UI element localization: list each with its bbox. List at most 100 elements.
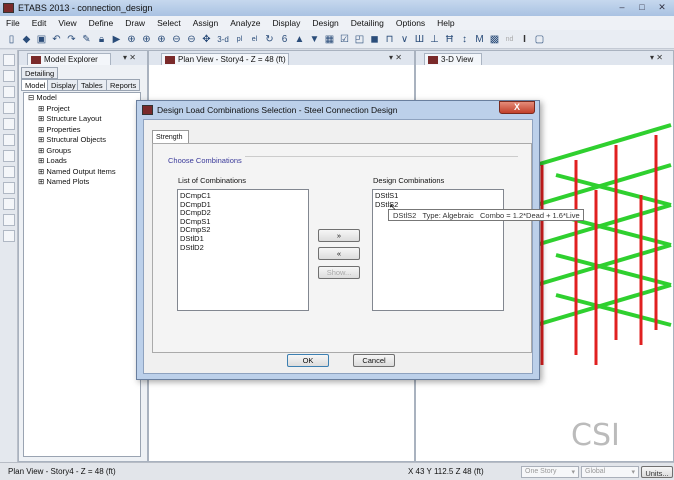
view-3d-button[interactable]: 3-d [216,34,230,45]
zoom-window-icon[interactable]: ⊕ [126,34,137,45]
tab-display[interactable]: Display [47,79,80,91]
tree-item[interactable]: ⊞ Loads [24,156,140,167]
draw-point-icon[interactable] [3,70,15,82]
draw-wall-icon[interactable] [3,150,15,162]
menu-design[interactable]: Design [306,16,344,30]
chevron-down-icon: ▾ [571,469,575,476]
pointer-tool-icon[interactable] [3,54,15,66]
pane-close-icon[interactable]: ▾ ✕ [123,53,136,62]
extrude-icon[interactable]: ◼ [369,34,380,45]
draw-slab-icon[interactable] [3,166,15,178]
set-display-icon[interactable]: ▦ [324,34,335,45]
slab-icon[interactable]: ⊥ [429,34,440,45]
coord-system-select[interactable]: Global ▾ [581,466,639,478]
wall-icon[interactable]: Ш [414,34,425,45]
undo-icon[interactable]: ↶ [51,34,62,45]
plan-view-tab[interactable]: Plan View - Story4 - Z = 48 (ft) [161,53,289,65]
select-all-icon[interactable] [3,214,15,226]
draw-brace-icon[interactable] [3,134,15,146]
brace-icon[interactable]: ∨ [399,34,410,45]
nd-button[interactable]: nd [504,34,515,45]
pane-close-icon[interactable]: ▾ ✕ [389,53,402,62]
menu-options[interactable]: Options [390,16,431,30]
close-button[interactable]: ✕ [654,2,670,13]
menu-analyze[interactable]: Analyze [224,16,266,30]
lock-icon[interactable]: 🔒︎ [96,34,107,45]
maximize-button[interactable]: □ [634,2,650,13]
ok-button[interactable]: OK [287,354,329,367]
section-button[interactable]: I [519,34,530,45]
minimize-button[interactable]: – [614,2,630,13]
menu-select[interactable]: Select [151,16,187,30]
tab-tables[interactable]: Tables [77,79,107,91]
object-shrink-icon[interactable]: ◰ [354,34,365,45]
group-label: Choose Combinations [168,156,245,165]
tree-item[interactable]: ⊞ Named Plots [24,177,140,188]
draw-opening-icon[interactable] [3,182,15,194]
draw-line-icon[interactable] [3,86,15,98]
3d-view-tab[interactable]: 3-D View [424,53,482,65]
zoom-in-icon[interactable]: ⊕ [156,34,167,45]
menu-draw[interactable]: Draw [119,16,151,30]
pan-icon[interactable]: ✥ [201,34,212,45]
tree-item[interactable]: ⊞ Structural Objects [24,135,140,146]
run-icon[interactable]: ▶ [111,34,122,45]
zoom-out-icon[interactable]: ⊖ [171,34,182,45]
model-explorer-tab[interactable]: Model Explorer [27,53,111,65]
add-button[interactable]: » [318,229,360,242]
rotate-icon[interactable]: ↻ [264,34,275,45]
tree-item[interactable]: ⊞ Project [24,104,140,115]
tab-strength[interactable]: Strength [152,130,189,144]
combinations-list[interactable]: DCmpC1 DCmpD1 DCmpD2 DCmpS1 DCmpS2 DStlD… [177,189,309,311]
beam-icon[interactable]: Ħ [444,34,455,45]
draw-link-icon[interactable] [3,198,15,210]
tree-item-model[interactable]: ⊟ Model [24,93,140,104]
menu-edit[interactable]: Edit [26,16,53,30]
move-down-icon[interactable]: ▼ [309,34,320,45]
tab-reports[interactable]: Reports [106,79,141,91]
grid-icon[interactable]: ▩ [489,34,500,45]
menu-file[interactable]: File [0,16,26,30]
zoom-all-icon[interactable]: ⊖ [186,34,197,45]
model-tree: ⊟ Model ⊞ Project ⊞ Structure Layout ⊞ P… [23,92,141,457]
checkbox-icon[interactable]: ☑ [339,34,350,45]
etabs-icon [31,56,41,64]
menu-assign[interactable]: Assign [187,16,225,30]
open-icon[interactable]: ◆ [21,34,32,45]
point-icon[interactable]: ↕ [459,34,470,45]
story-select[interactable]: One Story ▾ [521,466,579,478]
tree-item[interactable]: ⊞ Properties [24,125,140,136]
column-icon[interactable]: M [474,34,485,45]
pane-close-icon[interactable]: ▾ ✕ [650,53,663,62]
list-item[interactable]: DStlD2 [178,243,308,253]
new-file-icon[interactable]: ▯ [6,34,17,45]
zoom-previous-icon[interactable]: ⊕ [141,34,152,45]
menu-display[interactable]: Display [266,16,306,30]
tree-item[interactable]: ⊞ Structure Layout [24,114,140,125]
pencil-icon[interactable]: ✎ [81,34,92,45]
elevation-view-button[interactable]: el [249,34,260,45]
save-icon[interactable]: ▣ [36,34,47,45]
plan-view-button[interactable]: pl [234,34,245,45]
cancel-button[interactable]: Cancel [353,354,395,367]
menu-help[interactable]: Help [431,16,460,30]
tree-item[interactable]: ⊞ Named Output Items [24,167,140,178]
menu-detailing[interactable]: Detailing [345,16,390,30]
redo-icon[interactable]: ↷ [66,34,77,45]
window-icon[interactable]: ▢ [534,34,545,45]
remove-button[interactable]: « [318,247,360,260]
dialog-close-button[interactable]: X [499,101,535,114]
tab-model[interactable]: Model [21,79,50,91]
menu-define[interactable]: Define [83,16,120,30]
units-button[interactable]: Units... [641,466,673,478]
perspective-icon[interactable]: 6 [279,34,290,45]
draw-column-icon[interactable] [3,118,15,130]
tab-detailing[interactable]: Detailing [21,67,59,79]
move-up-icon[interactable]: ▲ [294,34,305,45]
draw-beam-icon[interactable] [3,102,15,114]
menu-view[interactable]: View [52,16,82,30]
show-button[interactable]: Show... [318,266,360,279]
snap-icon[interactable] [3,230,15,242]
frame-icon[interactable]: ⊓ [384,34,395,45]
tree-item[interactable]: ⊞ Groups [24,146,140,157]
